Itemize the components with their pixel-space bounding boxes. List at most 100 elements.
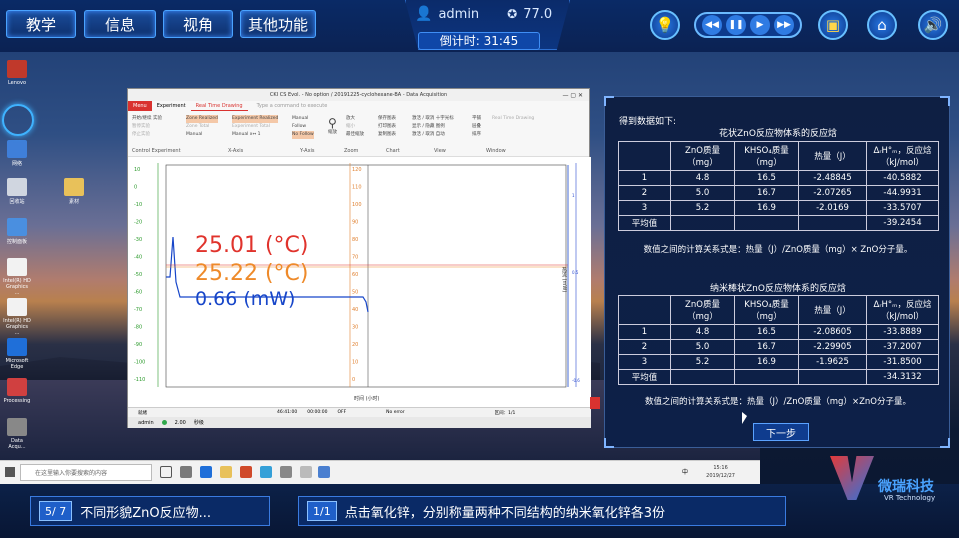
rewind-button[interactable]: ◀◀ [702, 15, 722, 35]
experiment-total-button[interactable]: Experiment Total [232, 123, 278, 131]
zone-realized-button[interactable]: Zone Realized [186, 115, 218, 123]
desktop-icon-intel-1[interactable]: Intel(R) HD Graphics ... [3, 258, 31, 296]
fast-forward-button[interactable]: ▶▶ [774, 15, 794, 35]
toggle-crosshair-button[interactable]: 激活 / 取消 十字光标 [412, 115, 454, 123]
table-cell [734, 215, 799, 231]
cascade-button[interactable]: 层叠 [472, 123, 481, 131]
table-row: 3 5.2 16.9 -1.9625 -31.8500 [618, 354, 939, 370]
taskbar-app-icon-3[interactable] [260, 466, 272, 478]
desktop-icon-network[interactable]: 网络 [3, 140, 31, 167]
desktop-icon-recycle-bin[interactable]: 回收站 [3, 178, 31, 205]
print-chart-button[interactable]: 打印图表 [378, 123, 396, 131]
document-icon [7, 298, 27, 316]
ribbon: Menu Experiment Real Time Drawing Type a… [128, 101, 589, 157]
taskbar-app-icon-4[interactable] [280, 466, 292, 478]
right-tick-m06: -0.6 [572, 378, 580, 383]
toggle-legend-button[interactable]: 显示 / 隐藏 图例 [412, 123, 454, 131]
home-button[interactable]: ⌂ [867, 10, 897, 40]
view-group: 激活 / 取消 十字光标 显示 / 隐藏 图例 激活 / 取消 自动 [412, 115, 454, 139]
group-label-window: Window [486, 148, 506, 154]
table-cell: 16.5 [734, 170, 799, 186]
table-row: 平均值 -39.2454 [618, 215, 939, 231]
pause-experiment-button[interactable]: 暂停实验 [132, 123, 162, 131]
middle-tick-label: 120 [352, 167, 362, 173]
taskbar-search-input[interactable]: 在这里输入你要搜索的内容 [20, 464, 152, 481]
tile-button[interactable]: 平铺 [472, 115, 481, 123]
tab-menu[interactable]: Menu [128, 101, 152, 111]
desktop-icon-processing[interactable]: Processing [3, 378, 31, 404]
y-no-follow-button[interactable]: No Follow [292, 131, 314, 139]
screen: { "topbar": { "menu": ["教学", "信息", "视角",… [0, 0, 959, 538]
table2-formula: 数值之间的计算关系式是：热量（J）/ZnO质量（mg）×ZnO分子量。 [645, 397, 911, 407]
y-manual-button[interactable]: Manual [292, 115, 314, 123]
manual-range-input[interactable]: Manual x↔ 1 [232, 131, 278, 139]
copy-chart-button[interactable]: 复制图表 [378, 131, 396, 139]
top-bar: 教学 信息 视角 其他功能 👤 admin ✪ 77.0 倒计时: 31:45 … [0, 0, 959, 52]
network-icon [7, 140, 27, 158]
status-bar-2: admin 2.00 秒级 [128, 417, 591, 428]
toggle-auto-button[interactable]: 激活 / 取消 自动 [412, 131, 454, 139]
windows-start-icon[interactable] [5, 467, 15, 477]
step-indicator[interactable]: 5/ 7 不同形貌ZnO反应物... [30, 496, 270, 526]
y-follow-button[interactable]: Follow [292, 123, 314, 131]
desktop-icon-control-panel[interactable]: 控制面板 [3, 218, 31, 245]
right-tick-1: 1 [572, 193, 575, 198]
control-panel-icon [7, 218, 27, 236]
x-axis-group-a: Zone Realized Zone Total Manual [186, 115, 218, 139]
desktop-icon-edge[interactable]: Microsoft Edge [3, 338, 31, 370]
next-step-button[interactable]: 下一步 [753, 423, 809, 441]
acquisition-chart[interactable]: 10 0 -10 -20 -30 -40 -50 -60 -70 -80 -90 -100 -110 1… [128, 157, 591, 407]
real-time-drawing-button[interactable]: Real Time Drawing [492, 115, 534, 123]
y-axis-group: Manual Follow No Follow [292, 115, 314, 139]
sub-step-indicator[interactable]: 1/1 点击氧化锌，分别称量两种不同结构的纳米氧化锌各3份 [298, 496, 786, 526]
tab-real-time-drawing[interactable]: Real Time Drawing [190, 101, 248, 111]
save-chart-button[interactable]: 保存图表 [378, 115, 396, 123]
zone-total-button[interactable]: Zone Total [186, 123, 218, 131]
status-remaining: 00:00:00 [307, 410, 328, 415]
desktop-icon-material[interactable]: 素材 [60, 178, 88, 205]
input-language[interactable]: 中 [682, 467, 688, 476]
start-experiment-button[interactable]: 开始/继续 实验 [132, 115, 162, 123]
table-cell [798, 369, 867, 385]
manual-x-button[interactable]: Manual [186, 131, 218, 139]
task-view-icon[interactable] [160, 466, 172, 478]
taskbar-app-icon-1[interactable] [180, 466, 192, 478]
document-icon [7, 258, 27, 276]
magnifier-icon: ⚲ [328, 116, 337, 130]
play-button[interactable]: ▶ [750, 15, 770, 35]
stop-experiment-button[interactable]: 停止实验 [132, 131, 162, 139]
edge-taskbar-icon[interactable] [200, 466, 212, 478]
experiment-realized-button[interactable]: Experiment Realized [232, 115, 279, 123]
command-search[interactable]: Type a command to execute [252, 101, 333, 111]
arrange-button[interactable]: 排序 [472, 131, 481, 139]
menu-other-functions-button[interactable]: 其他功能 [240, 10, 316, 38]
zoom-in-button[interactable]: 放大 [346, 115, 364, 123]
table-cell: 4.8 [670, 324, 735, 340]
taskbar-app-icon-6[interactable] [318, 466, 330, 478]
menu-teaching-button[interactable]: 教学 [6, 10, 76, 38]
taskbar-app-icon-5[interactable] [300, 466, 312, 478]
hint-lightbulb-button[interactable]: 💡 [650, 10, 680, 40]
desktop-icon-lenovo[interactable]: Lenovo [3, 60, 31, 86]
zoom-out-button[interactable]: 缩小 [346, 123, 364, 131]
table-cell [670, 369, 735, 385]
tab-experiment[interactable]: Experiment [152, 101, 191, 111]
table-cell [670, 215, 735, 231]
desktop-icon-data-acquisition[interactable]: Data Acqu... [3, 418, 31, 450]
best-zoom-button[interactable]: 最佳缩放 [346, 131, 364, 139]
data-results-panel: 得到数据如下: 花状ZnO反应物体系的反应焓 ZnO质量（mg） KHSO₄质量… [604, 96, 950, 448]
zoom-magnifier[interactable]: ⚲ 缩放 [328, 117, 337, 137]
table-cell: 16.7 [734, 339, 799, 355]
menu-info-button[interactable]: 信息 [84, 10, 156, 38]
taskbar-app-icon-2[interactable] [240, 466, 252, 478]
window-group: 平铺 层叠 排序 [472, 115, 481, 139]
table2-title: 纳米棒状ZnO反应物体系的反应焓 [710, 284, 846, 294]
table-row: 1 4.8 16.5 -2.08605 -33.8889 [618, 324, 939, 340]
side-red-button[interactable] [590, 397, 600, 409]
pause-button[interactable]: ❚❚ [726, 15, 746, 35]
desktop-icon-intel-2[interactable]: Intel(R) HD Graphics ... [3, 298, 31, 336]
file-explorer-icon[interactable] [220, 466, 232, 478]
menu-view-button[interactable]: 视角 [163, 10, 233, 38]
sound-button[interactable]: 🔊 [918, 10, 948, 40]
bookmark-button[interactable]: ▣ [818, 10, 848, 40]
